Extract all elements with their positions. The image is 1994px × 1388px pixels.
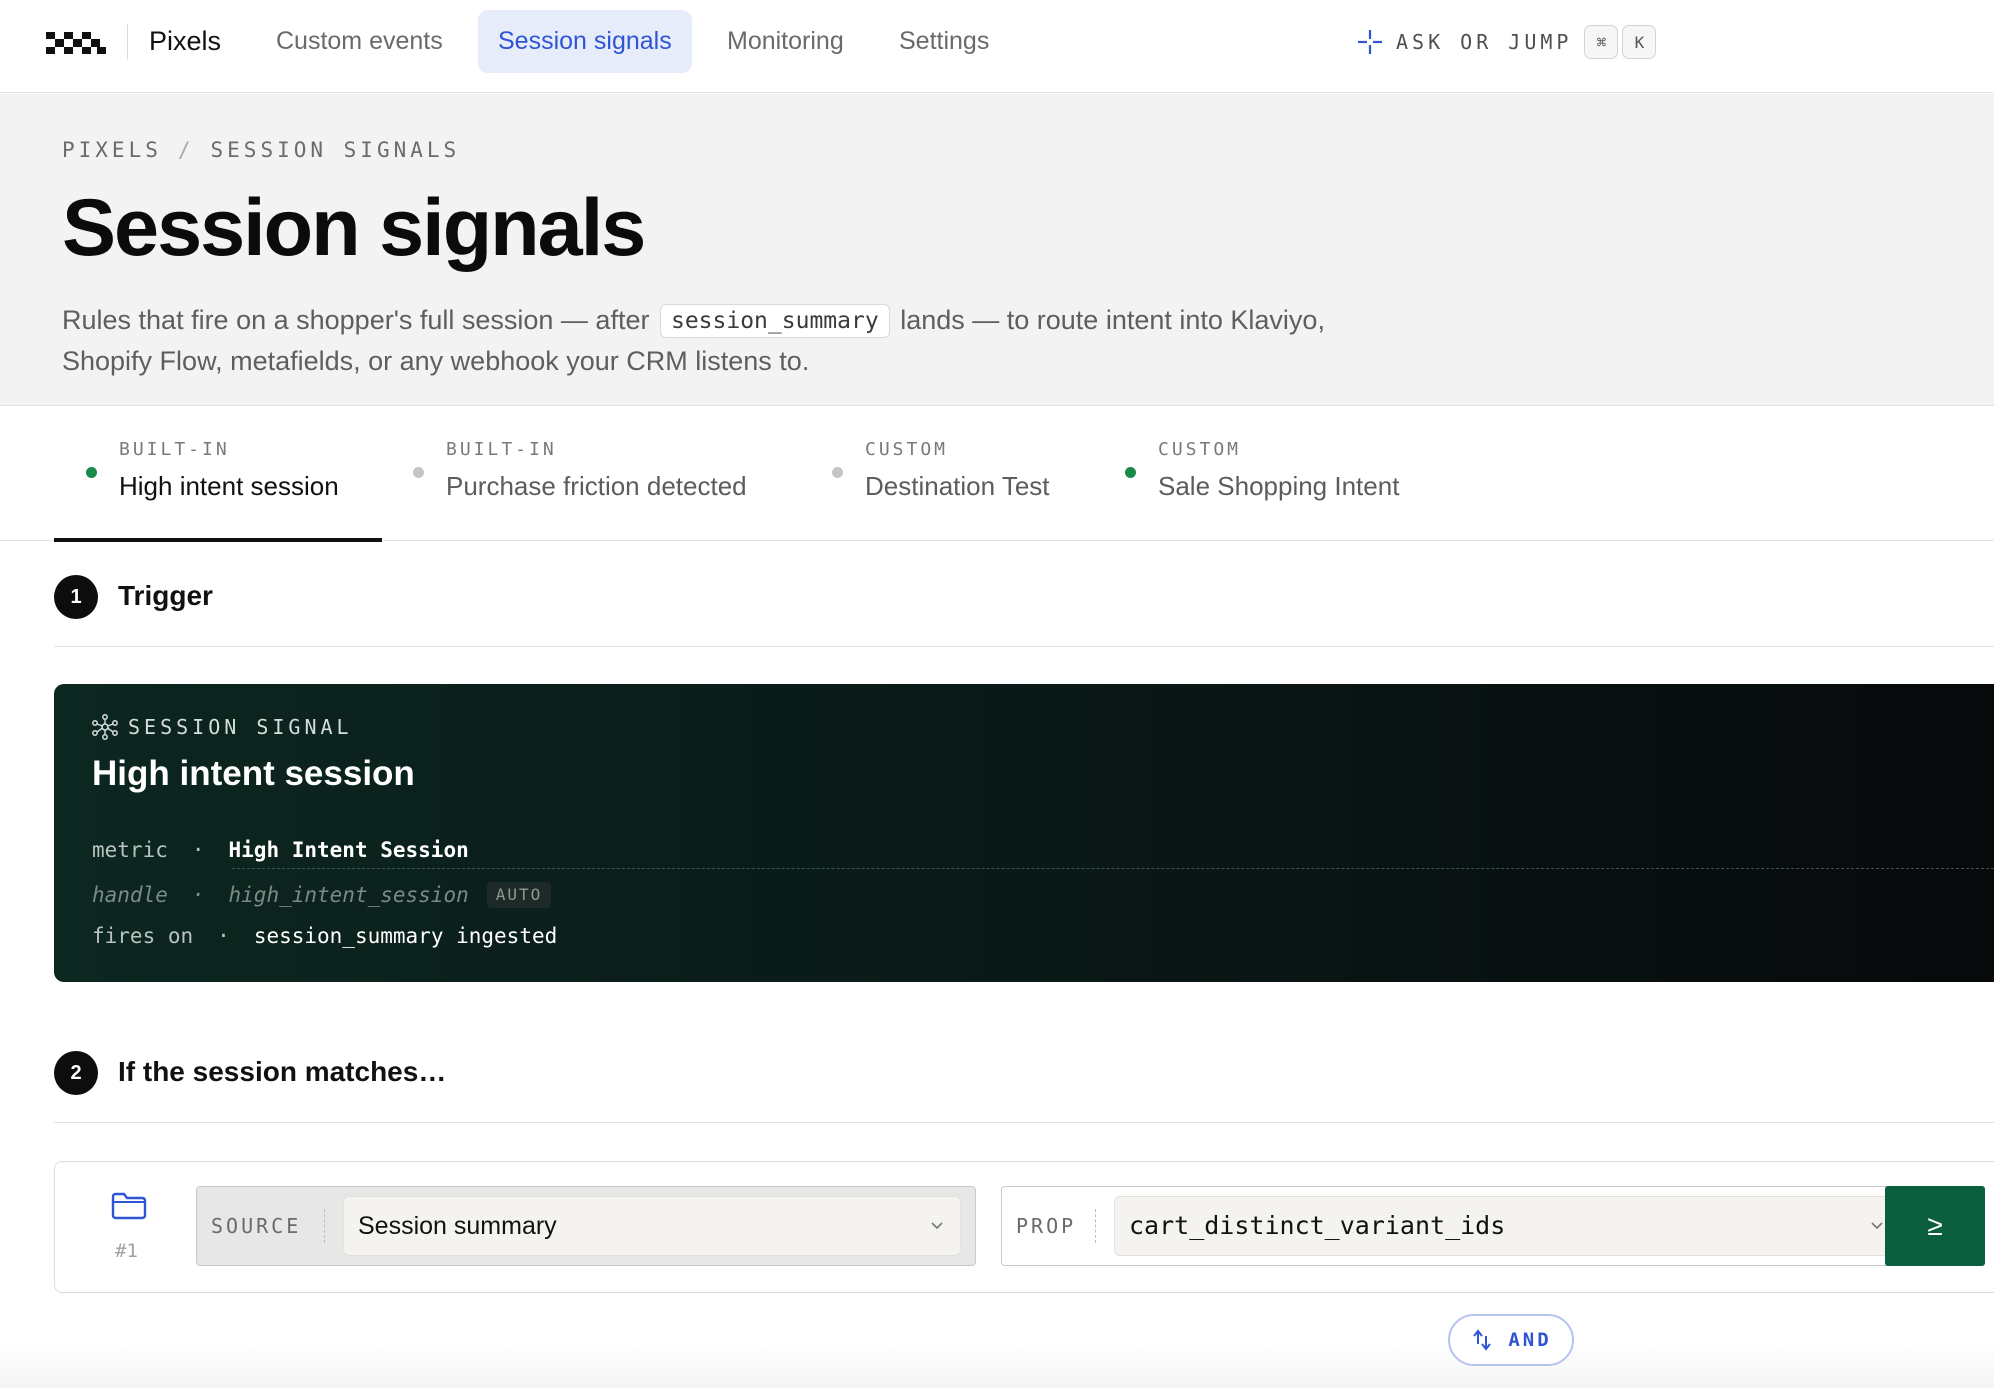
condition-row: #1 SOURCE Session summary PROP cart_dist…: [54, 1161, 1994, 1293]
ask-or-jump-label: ASK OR JUMP: [1396, 30, 1573, 54]
ask-or-jump-button[interactable]: ASK OR JUMP ⌘ K: [1356, 25, 1657, 59]
step-number-badge: 2: [54, 1051, 98, 1095]
handle-value: high_intent_session: [228, 883, 469, 907]
page-header: PIXELS / SESSION SIGNALS Session signals…: [0, 94, 1994, 406]
top-nav: Pixels Custom events Session signals Mon…: [0, 0, 1994, 93]
source-select[interactable]: Session summary: [343, 1196, 961, 1256]
nav-tab-monitoring[interactable]: Monitoring: [707, 10, 864, 73]
prop-select-group: PROP cart_distinct_variant_ids: [1001, 1186, 1916, 1266]
description-text-start: Rules that fire on a shopper's full sess…: [62, 305, 650, 335]
kbd-command-key: ⌘: [1584, 25, 1619, 59]
row-separator: ·: [191, 838, 205, 862]
network-nodes-icon: [92, 714, 118, 740]
signal-tab-sale-shopping-intent[interactable]: CUSTOM Sale Shopping Intent: [1093, 407, 1453, 541]
step-title: If the session matches…: [118, 1056, 447, 1087]
row-separator: ·: [191, 883, 205, 907]
breadcrumb-session-signals: SESSION SIGNALS: [210, 138, 461, 162]
step-title: Trigger: [118, 580, 213, 611]
chevron-down-icon: [1871, 1222, 1883, 1230]
source-label: SOURCE: [197, 1209, 325, 1243]
signal-tab-kicker: BUILT-IN: [119, 439, 230, 460]
status-dot-inactive: [832, 467, 843, 478]
page-description: Rules that fire on a shopper's full sess…: [62, 300, 1342, 382]
metric-value[interactable]: High Intent Session: [229, 838, 469, 862]
chevron-down-icon: [931, 1222, 943, 1230]
row-key: fires on: [92, 924, 194, 948]
nav-tab-settings[interactable]: Settings: [879, 10, 1009, 73]
status-dot-active: [86, 467, 97, 478]
sparkle-cross-icon: [1358, 30, 1382, 54]
description-code-chip: session_summary: [659, 304, 890, 338]
kbd-k-key: K: [1622, 25, 1657, 59]
step-number-badge: 1: [54, 575, 98, 619]
step-match-header: 2 If the session matches…: [54, 1018, 1994, 1123]
metric-dashed-divider: [232, 868, 1994, 869]
nav-tab-custom-events[interactable]: Custom events: [256, 10, 463, 73]
signal-tab-kicker: CUSTOM: [865, 439, 949, 460]
source-select-group: SOURCE Session summary: [196, 1186, 976, 1266]
row-key: metric: [92, 838, 168, 862]
signal-tab-destination-test[interactable]: CUSTOM Destination Test: [800, 407, 1090, 541]
signal-row-fires-on: fires on · session_summary ingested: [92, 924, 557, 948]
signal-tab-kicker: BUILT-IN: [446, 439, 557, 460]
signal-tab-purchase-friction[interactable]: BUILT-IN Purchase friction detected: [381, 407, 801, 541]
signal-card-kicker: SESSION SIGNAL: [92, 714, 353, 740]
signal-card-title: High intent session: [92, 754, 415, 793]
step-trigger-header: 1 Trigger: [54, 542, 1994, 647]
signal-tab-name: Purchase friction detected: [446, 471, 747, 501]
nav-tab-session-signals[interactable]: Session signals: [478, 10, 692, 73]
page-title: Session signals: [62, 183, 646, 273]
signal-row-handle: handle · high_intent_session AUTO: [92, 882, 552, 908]
signal-tab-high-intent-session[interactable]: BUILT-IN High intent session: [54, 407, 382, 542]
bottom-fade: [0, 1340, 1994, 1388]
signal-tabs: BUILT-IN High intent session BUILT-IN Pu…: [0, 407, 1994, 542]
source-selected-value: Session summary: [358, 1212, 557, 1240]
session-signal-card: SESSION SIGNAL High intent session metri…: [54, 684, 1994, 982]
prop-selected-value: cart_distinct_variant_ids: [1129, 1211, 1506, 1240]
breadcrumb-separator: /: [177, 138, 195, 162]
auto-tag: AUTO: [486, 882, 552, 908]
signal-row-metric: metric · High Intent Session: [92, 838, 469, 862]
breadcrumb: PIXELS / SESSION SIGNALS: [62, 138, 460, 162]
status-dot-inactive: [413, 467, 424, 478]
row-key: handle: [92, 883, 168, 907]
signal-tab-name: High intent session: [119, 471, 339, 501]
folder-icon: [111, 1192, 147, 1220]
and-button-label: AND: [1508, 1329, 1552, 1351]
status-dot-active: [1125, 467, 1136, 478]
signal-tab-kicker: CUSTOM: [1158, 439, 1242, 460]
signal-tab-name: Sale Shopping Intent: [1158, 471, 1400, 501]
logo-divider: [127, 24, 128, 60]
prop-select[interactable]: cart_distinct_variant_ids: [1114, 1196, 1901, 1256]
brand-name[interactable]: Pixels: [149, 26, 221, 57]
prop-label: PROP: [1002, 1209, 1096, 1243]
pixels-logo-icon[interactable]: [46, 32, 106, 54]
signal-card-kicker-label: SESSION SIGNAL: [128, 715, 353, 739]
operator-button[interactable]: ≥: [1885, 1186, 1985, 1266]
row-separator: ·: [217, 924, 230, 948]
signal-tab-name: Destination Test: [865, 471, 1050, 501]
breadcrumb-pixels[interactable]: PIXELS: [62, 138, 162, 162]
add-and-condition-button[interactable]: AND: [1448, 1314, 1574, 1366]
fires-on-value: session_summary ingested: [253, 924, 558, 948]
swap-arrows-icon: [1473, 1329, 1492, 1351]
condition-index: #1: [115, 1240, 138, 1262]
